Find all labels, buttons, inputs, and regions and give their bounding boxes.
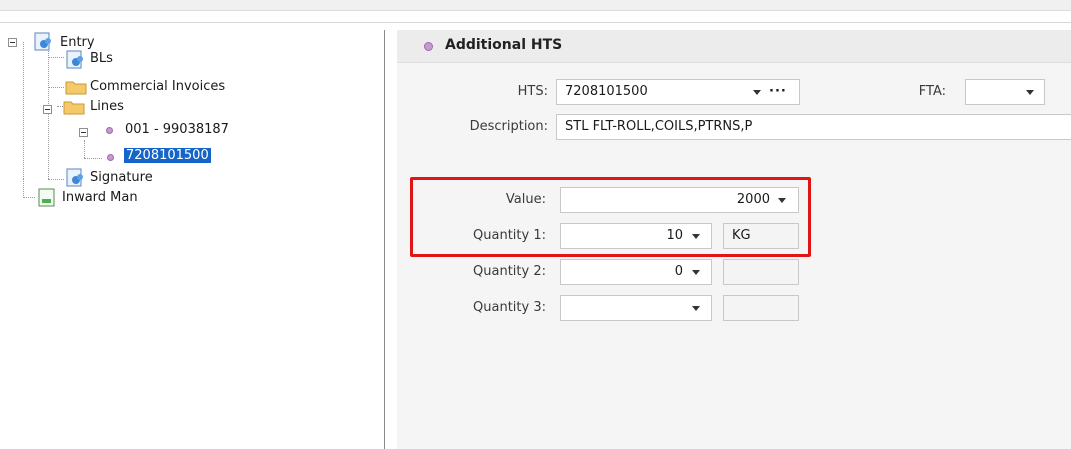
separator [0,22,1071,23]
tree-item-line-001[interactable]: 001 - 99038187 [125,121,229,139]
tree-item-commercial-invoices[interactable]: Commercial Invoices [90,78,225,96]
tree-item-inward-man[interactable]: Inward Man [62,189,138,207]
document-icon [38,188,55,207]
hts-label: HTS: [517,84,548,99]
chevron-down-icon[interactable] [692,270,700,275]
tree-line [23,42,24,177]
bullet-icon [106,127,113,134]
description-label: Description: [469,119,548,134]
chevron-down-icon[interactable] [692,306,700,311]
collapse-toggle-lines[interactable] [43,105,52,114]
tree-line [48,111,49,179]
tree-line [84,140,85,158]
document-people-icon [66,168,83,187]
collapse-toggle-entry[interactable] [8,38,17,47]
chevron-down-icon[interactable] [1026,90,1034,95]
tree-line [48,87,64,88]
tree-item-signature[interactable]: Signature [90,169,153,187]
tree-item-lines[interactable]: Lines [90,98,124,116]
hts-combobox[interactable]: 7208101500 ··· [556,79,800,105]
quantity-3-input[interactable] [560,295,712,321]
collapse-toggle-line-001[interactable] [79,128,88,137]
tree-line [23,197,35,198]
quantity-3-label: Quantity 3: [473,300,546,315]
highlight-box [410,177,811,257]
tree-line [84,158,102,159]
navigation-tree: Entry BLs Commercial Invoices Lines 001 … [0,30,385,449]
panel-header: Additional HTS [397,30,1071,63]
quantity-2-value: 0 [674,264,683,279]
document-people-icon [66,50,83,69]
bullet-icon [424,42,433,51]
quantity-2-unit [723,259,799,285]
fta-dropdown[interactable] [965,79,1045,105]
description-input[interactable]: STL FLT-ROLL,COILS,PTRNS,P [556,114,1071,140]
tree-item-hts-7208101500[interactable]: 7208101500 [124,147,211,165]
quantity-3-unit [723,295,799,321]
top-bar [0,0,1071,11]
tree-item-bls[interactable]: BLs [90,50,113,68]
entry-icon [34,32,51,51]
description-value: STL FLT-ROLL,COILS,PTRNS,P [565,119,753,134]
quantity-2-input[interactable]: 0 [560,259,712,285]
tree-line [48,57,64,58]
hts-value: 7208101500 [565,84,648,99]
tree-line [48,179,64,180]
more-icon[interactable]: ··· [769,80,787,104]
folder-open-icon [63,101,85,115]
quantity-2-label: Quantity 2: [473,264,546,279]
chevron-down-icon[interactable] [753,90,761,95]
panel-title: Additional HTS [445,37,563,53]
fta-label: FTA: [918,84,946,99]
folder-icon [65,81,87,95]
bullet-icon [107,154,114,161]
tree-line [23,178,24,198]
